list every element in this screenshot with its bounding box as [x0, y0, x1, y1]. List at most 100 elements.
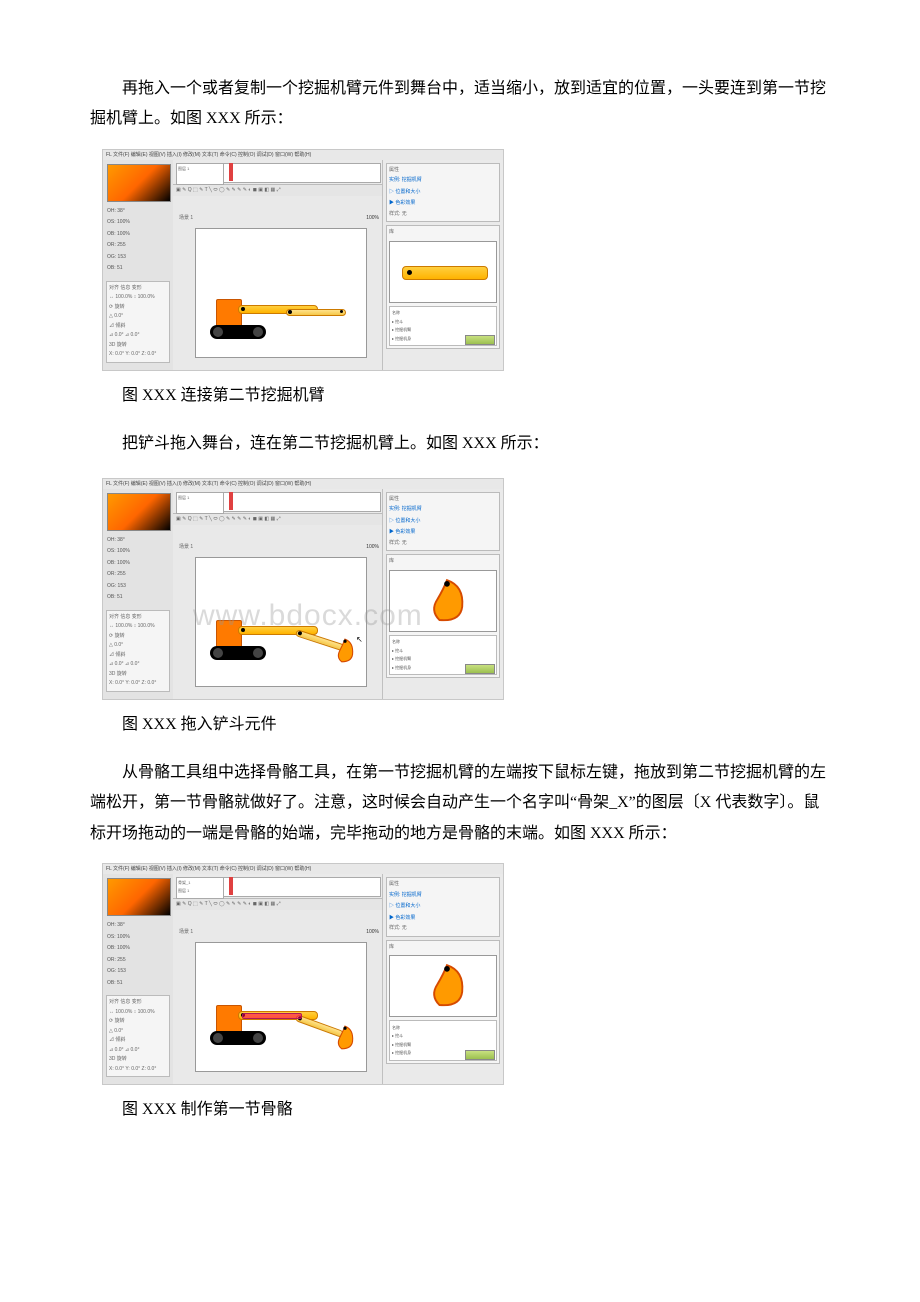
timeline-layer-1: 图层 1: [178, 165, 222, 173]
timeline-layers: 图层 1: [176, 163, 224, 185]
zoom-level: 100%: [366, 214, 379, 224]
transform-rotate-label: ⟳ 旋转: [109, 1017, 167, 1027]
color-h: OH: 38°: [107, 920, 169, 932]
caption-3: 图 XXX 制作第一节骨骼: [90, 1095, 830, 1125]
excavator-cab: [216, 1005, 242, 1033]
prop-instance: 实例: 挖掘机臂: [389, 504, 497, 516]
properties-panel: 属性 实例: 挖掘机臂 ▷ 位置和大小 ▶ 色彩效果 样式: 无: [386, 877, 500, 937]
center-area: 图层 1 ▣ ✎ Q ⬚ ✎ T ╲ ⬭ ◯ ✎ ✎ ✎ ✎ ◐ ◼ ▣ ◧ ▦…: [173, 489, 383, 699]
library-bottom-button: [465, 335, 495, 345]
transform-scale: ↔ 100.0% ↕ 100.0%: [109, 622, 167, 632]
center-area: 骨架_1 图层 1 ▣ ✎ Q ⬚ ✎ T ╲ ⬭ ◯ ✎ ✎ ✎ ✎ ◐ ◼ …: [173, 874, 383, 1084]
bucket-icon: [428, 962, 466, 1010]
color-s: OS: 100%: [107, 546, 169, 558]
library-title: 库: [389, 557, 497, 567]
lib-item-2: ▸ 挖掘机臂: [392, 1040, 494, 1049]
right-panel-column: 属性 实例: 挖掘机臂 ▷ 位置和大小 ▶ 色彩效果 样式: 无 库 名称 ▸ …: [382, 489, 503, 699]
color-b2: OB: 51: [107, 263, 169, 275]
color-s: OS: 100%: [107, 932, 169, 944]
lib-item-1: ▸ 挖斗: [392, 646, 494, 655]
scene-label: 场景 1: [179, 543, 193, 553]
transform-rotate-label: ⟳ 旋转: [109, 303, 167, 313]
color-b: OB: 100%: [107, 229, 169, 241]
color-g: OG: 153: [107, 252, 169, 264]
stage-wrapper: 场景 1 100%: [173, 910, 383, 1084]
transform-skew-label: ⊿ 倾斜: [109, 651, 167, 661]
prop-possize: ▷ 位置和大小: [389, 516, 497, 528]
figure-1: FL 文件(F) 编辑(E) 视图(V) 插入(I) 修改(M) 文本(T) 命…: [102, 149, 504, 371]
cursor-arrow-icon: ↖: [356, 632, 363, 647]
color-mixer-swatch: [107, 164, 171, 202]
excavator-chassis: [210, 325, 266, 339]
timeline-layer-1: 图层 1: [178, 887, 222, 895]
timeline-panel: 骨架_1 图层 1: [173, 874, 383, 899]
library-preview: [389, 241, 497, 303]
prop-coloreffect: ▶ 色彩效果: [389, 913, 497, 925]
prop-instance: 实例: 挖掘机臂: [389, 175, 497, 187]
transform-3d-label: 3D 旋转: [109, 670, 167, 680]
arm-joint-dot-2: [297, 630, 302, 635]
transform-panel-title: 对齐 信息 变形: [109, 998, 167, 1008]
timeline-panel: 图层 1: [173, 160, 383, 185]
transform-rotate-val: △ 0.0°: [109, 641, 167, 651]
timeline-layers: 骨架_1 图层 1: [176, 877, 224, 899]
scene-label: 场景 1: [179, 214, 193, 224]
prop-possize: ▷ 位置和大小: [389, 901, 497, 913]
center-area: 图层 1 ▣ ✎ Q ⬚ ✎ T ╲ ⬭ ◯ ✎ ✎ ✎ ✎ ◐ ◼ ▣ ◧ ▦…: [173, 160, 383, 370]
arm-joint-dot: [241, 307, 245, 311]
prop-style: 样式: 无: [389, 539, 497, 549]
color-b2: OB: 51: [107, 978, 169, 990]
transform-skew-val: ⊿ 0.0° ⊿ 0.0°: [109, 660, 167, 670]
excavator-chassis: [210, 646, 266, 660]
properties-panel: 属性 实例: 挖掘机臂 ▷ 位置和大小 ▶ 色彩效果 样式: 无: [386, 163, 500, 223]
figure-3: FL 文件(F) 编辑(E) 视图(V) 插入(I) 修改(M) 文本(T) 命…: [102, 863, 504, 1085]
excavator-bucket: [334, 1025, 356, 1051]
preview-bucket: [428, 962, 466, 1010]
arm-joint-dot-3: [340, 310, 343, 313]
transform-skew-val: ⊿ 0.0° ⊿ 0.0°: [109, 1046, 167, 1056]
ik-bone-1: [242, 1013, 302, 1019]
color-mixer-swatch: [107, 878, 171, 916]
color-h: OH: 38°: [107, 535, 169, 547]
stage-canvas: [195, 942, 367, 1072]
color-values-list: OH: 38° OS: 100% OB: 100% OR: 255 OG: 15…: [107, 535, 169, 604]
library-panel: 库 名称 ▸ 挖斗 ▸ 挖掘机臂 ▸ 挖掘机身: [386, 554, 500, 678]
transform-panel: 对齐 信息 变形 ↔ 100.0% ↕ 100.0% ⟳ 旋转 △ 0.0° ⊿…: [106, 610, 170, 692]
color-b2: OB: 51: [107, 592, 169, 604]
transform-scale: ↔ 100.0% ↕ 100.0%: [109, 293, 167, 303]
caption-1: 图 XXX 连接第二节挖掘机臂: [90, 381, 830, 411]
lib-col-name: 名称: [392, 1023, 494, 1032]
timeline-layer-armature: 骨架_1: [178, 879, 222, 887]
bucket-icon: [334, 638, 356, 664]
left-panel-column: OH: 38° OS: 100% OB: 100% OR: 255 OG: 15…: [103, 160, 174, 370]
lib-col-name: 名称: [392, 638, 494, 647]
transform-3d-val: X: 0.0° Y: 0.0° Z: 0.0°: [109, 1065, 167, 1075]
color-values-list: OH: 38° OS: 100% OB: 100% OR: 255 OG: 15…: [107, 206, 169, 275]
properties-title: 属性: [389, 495, 497, 505]
timeline-frames: [223, 877, 381, 897]
right-panel-column: 属性 实例: 挖掘机臂 ▷ 位置和大小 ▶ 色彩效果 样式: 无 库 名称 ▸ …: [382, 874, 503, 1084]
excavator-cab: [216, 299, 242, 327]
library-panel: 库 名称 ▸ 挖斗 ▸ 挖掘机臂 ▸ 挖掘机身: [386, 225, 500, 349]
stage-canvas: ↖: [195, 557, 367, 687]
library-preview: [389, 570, 497, 632]
properties-title: 属性: [389, 880, 497, 890]
color-s: OS: 100%: [107, 217, 169, 229]
library-bottom-button: [465, 664, 495, 674]
transform-panel-title: 对齐 信息 变形: [109, 613, 167, 623]
timeline-playhead: [229, 877, 233, 895]
transform-3d-label: 3D 旋转: [109, 341, 167, 351]
lib-item-2: ▸ 挖掘机臂: [392, 655, 494, 664]
scene-label: 场景 1: [179, 928, 193, 938]
transform-panel: 对齐 信息 变形 ↔ 100.0% ↕ 100.0% ⟳ 旋转 △ 0.0° ⊿…: [106, 995, 170, 1077]
lib-item-1: ▸ 挖斗: [392, 317, 494, 326]
paragraph-2: 把铲斗拖入舞台，连在第二节挖掘机臂上。如图 XXX 所示：: [90, 429, 830, 459]
arm-joint-dot: [241, 628, 245, 632]
excavator-chassis: [210, 1031, 266, 1045]
library-bottom-button: [465, 1050, 495, 1060]
stage-canvas: [195, 228, 367, 358]
prop-coloreffect: ▶ 色彩效果: [389, 198, 497, 210]
color-r: OR: 255: [107, 955, 169, 967]
color-b: OB: 100%: [107, 558, 169, 570]
color-b: OB: 100%: [107, 943, 169, 955]
